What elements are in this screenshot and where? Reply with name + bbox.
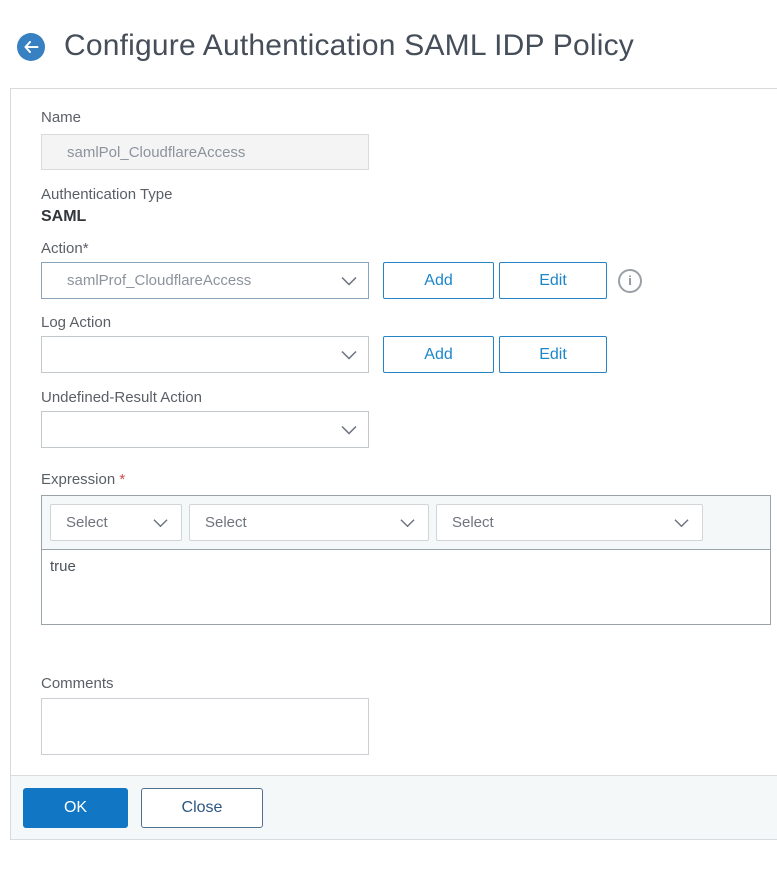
log-action-edit-button[interactable]: Edit [499,336,607,373]
action-add-button[interactable]: Add [383,262,494,299]
configure-saml-idp-policy-screen: Configure Authentication SAML IDP Policy… [0,0,777,877]
required-asterisk: * [119,471,126,488]
log-action-label: Log Action [41,314,112,331]
action-dropdown[interactable]: samlProf_CloudflareAccess [41,262,369,299]
log-action-dropdown[interactable] [41,336,369,373]
expression-select-3[interactable]: Select [436,504,703,541]
expression-select-1[interactable]: Select [50,504,182,541]
chevron-down-icon [341,276,357,286]
undefined-result-action-dropdown[interactable] [41,411,369,448]
expression-select-2-value: Select [205,514,247,531]
chevron-down-icon [674,518,689,527]
action-dropdown-value: samlProf_CloudflareAccess [67,272,252,289]
back-button[interactable] [17,33,45,61]
form-content: Name Authentication Type SAML Action* sa… [11,89,777,775]
log-action-row: Add Edit [41,336,777,373]
expression-input[interactable]: true [42,550,770,624]
expression-label: Expression * [41,472,777,487]
comments-input[interactable] [41,698,369,755]
expression-select-1-value: Select [66,514,108,531]
chevron-down-icon [341,350,357,360]
expression-label-text: Expression [41,471,116,488]
authentication-type-value: SAML [41,208,87,225]
action-label: Action* [41,240,89,257]
expression-toolbar: Select Select Select [42,496,770,550]
page-title: Configure Authentication SAML IDP Policy [64,29,634,62]
chevron-down-icon [400,518,415,527]
ok-button[interactable]: OK [23,787,128,828]
chevron-down-icon [153,518,168,527]
action-edit-button[interactable]: Edit [499,262,607,299]
undefined-result-action-row [41,411,777,448]
authentication-type-label: Authentication Type [41,186,173,203]
name-input [41,134,369,170]
undefined-result-action-label: Undefined-Result Action [41,389,202,406]
log-action-add-button[interactable]: Add [383,336,494,373]
expression-select-3-value: Select [452,514,494,531]
action-row: samlProf_CloudflareAccess Add Edit i [41,262,777,299]
info-icon-glyph: i [628,273,632,288]
expression-editor: Select Select Select true [41,495,771,625]
action-footer: OK Close [11,775,777,840]
close-button[interactable]: Close [141,787,263,828]
arrow-left-icon [24,41,39,53]
info-icon[interactable]: i [618,268,642,293]
comments-label: Comments [41,675,114,692]
form-panel: Name Authentication Type SAML Action* sa… [10,88,777,840]
expression-select-2[interactable]: Select [189,504,429,541]
page-header: Configure Authentication SAML IDP Policy [0,0,777,88]
name-label: Name [41,109,82,126]
chevron-down-icon [341,425,357,435]
